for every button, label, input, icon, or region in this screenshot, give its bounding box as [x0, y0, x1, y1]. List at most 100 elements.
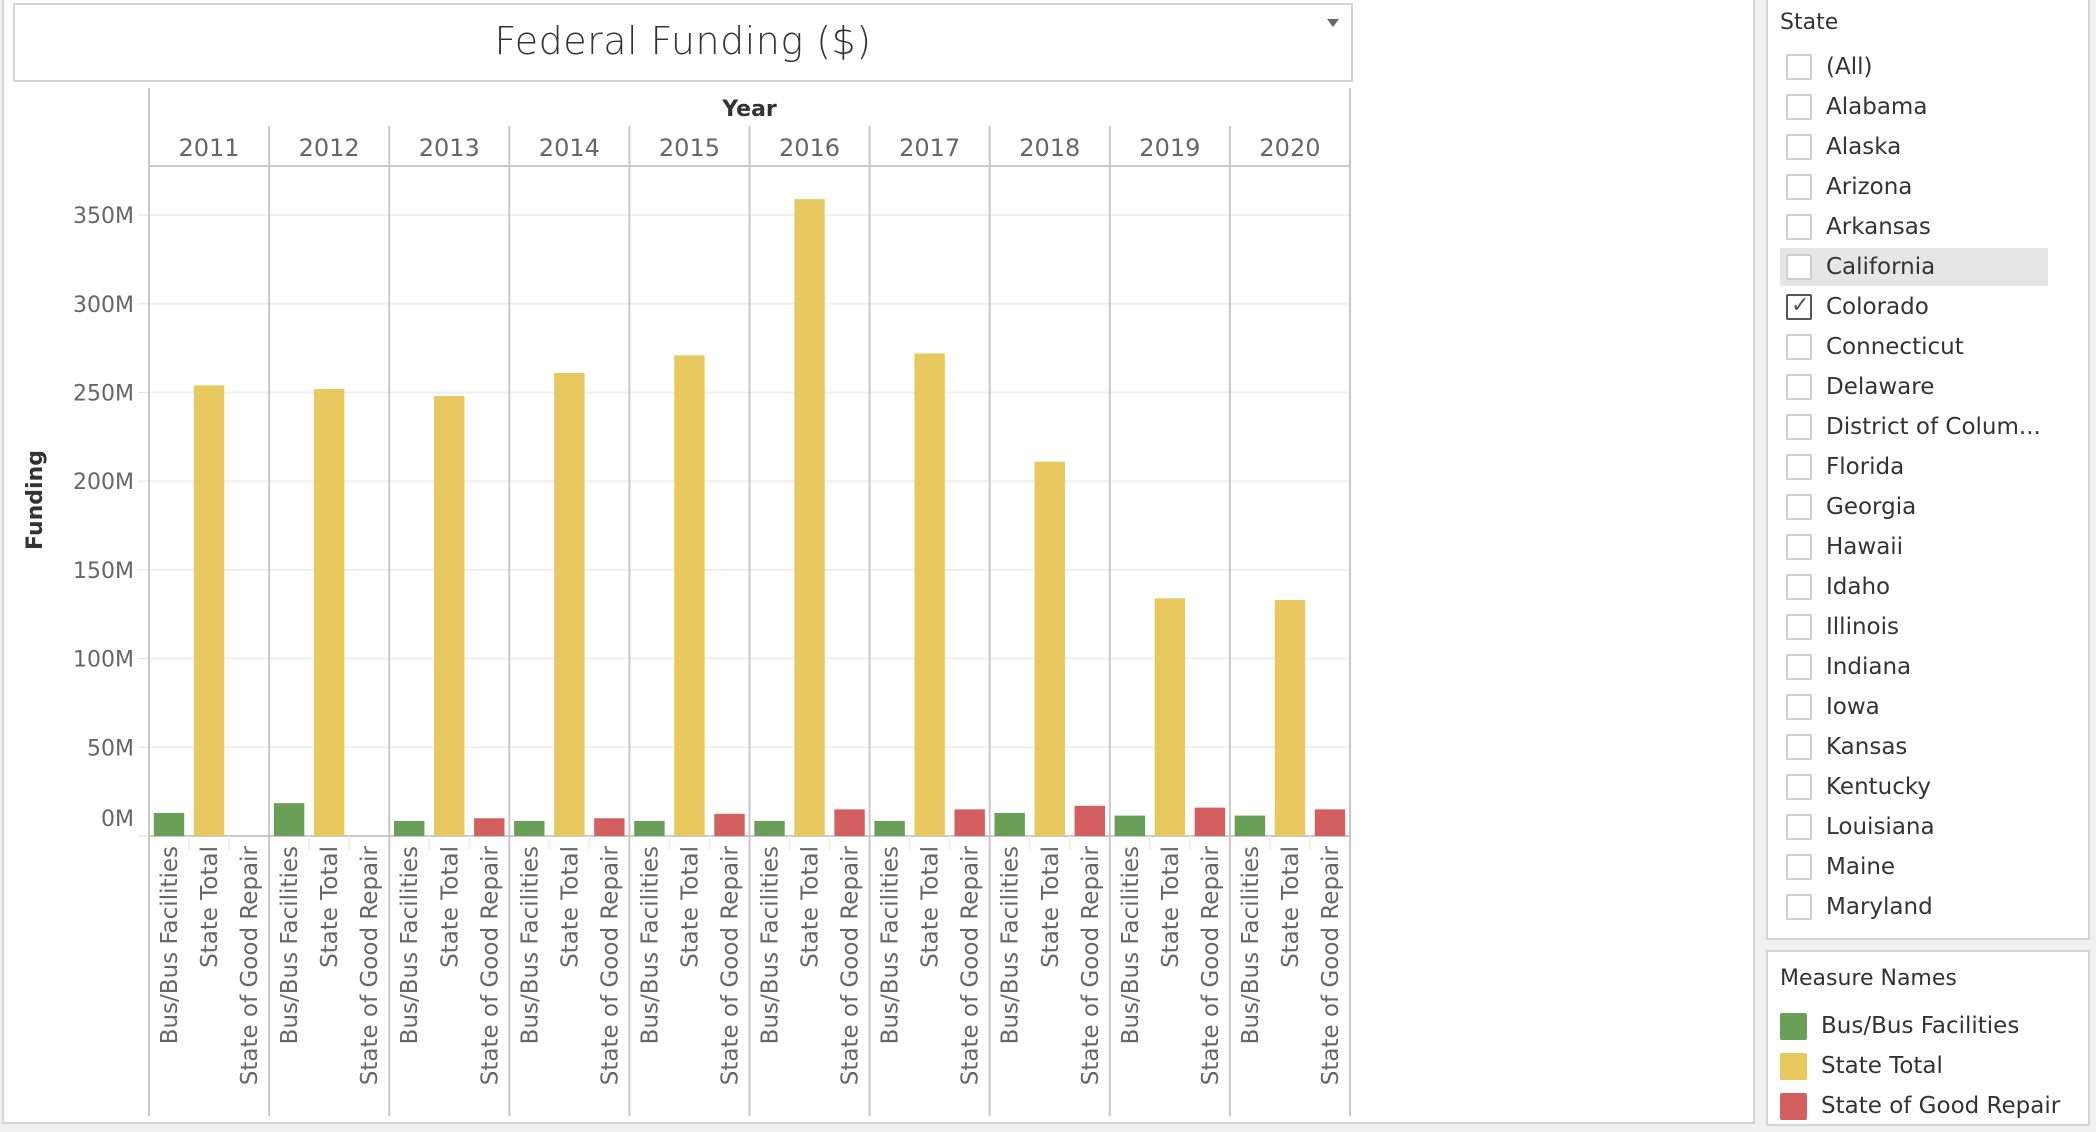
- legend-item[interactable]: State of Good Repair: [1780, 1088, 2060, 1124]
- filter-item[interactable]: Idaho: [1786, 568, 2048, 606]
- filter-item[interactable]: Indiana: [1786, 648, 2048, 686]
- chart-panel: Federal Funding ($) 0M 50M 100M 150M 200M 250…: [2, 0, 1755, 1124]
- checkbox[interactable]: [1786, 654, 1812, 680]
- filter-item-label: Arkansas: [1826, 214, 1931, 240]
- bar: [1074, 805, 1105, 836]
- x-category-label: State of Good Repair: [357, 845, 383, 1085]
- filter-item-label: (All): [1826, 54, 1873, 80]
- year-label: 2017: [899, 134, 960, 162]
- bar: [994, 812, 1025, 836]
- x-category-label: State Total: [1278, 846, 1304, 968]
- x-category-label: State of Good Repair: [838, 845, 864, 1085]
- filter-item[interactable]: Illinois: [1786, 608, 2048, 646]
- filter-item-label: Delaware: [1826, 374, 1935, 400]
- legend-item[interactable]: Bus/Bus Facilities: [1780, 1008, 2019, 1044]
- bar: [914, 353, 945, 836]
- checkbox[interactable]: [1786, 94, 1812, 120]
- checkbox[interactable]: [1786, 254, 1812, 280]
- filter-item[interactable]: Arizona: [1786, 168, 2048, 206]
- x-category-label: Bus/Bus Facilities: [637, 846, 663, 1044]
- bar: [1154, 598, 1186, 836]
- filter-item[interactable]: Delaware: [1786, 368, 2048, 406]
- filter-item[interactable]: Colorado: [1786, 288, 2048, 326]
- year-label: 2016: [779, 134, 840, 162]
- checkbox[interactable]: [1786, 494, 1812, 520]
- bar: [313, 388, 345, 836]
- filter-item[interactable]: Maryland: [1786, 888, 2048, 926]
- legend-swatch: [1780, 1092, 1807, 1120]
- filter-item-label: District of Colum...: [1826, 414, 2041, 440]
- checkbox[interactable]: [1786, 174, 1812, 200]
- checkbox[interactable]: [1786, 374, 1812, 400]
- filter-item[interactable]: Florida: [1786, 448, 2048, 486]
- filter-item-label: Idaho: [1826, 574, 1891, 600]
- bar: [594, 818, 625, 836]
- x-category-label: State Total: [437, 846, 463, 968]
- x-category-label: State of Good Repair: [958, 845, 984, 1085]
- state-filter-title: State: [1780, 10, 1839, 35]
- checkbox[interactable]: [1786, 334, 1812, 360]
- checkbox[interactable]: [1786, 414, 1812, 440]
- checkbox[interactable]: [1786, 814, 1812, 840]
- bar: [1314, 809, 1346, 836]
- x-category-label: State Total: [1038, 846, 1064, 968]
- filter-item[interactable]: (All): [1786, 48, 2048, 86]
- filter-item[interactable]: Arkansas: [1786, 208, 2048, 246]
- checkbox[interactable]: [1786, 614, 1812, 640]
- y-axis-title: Funding: [23, 450, 48, 550]
- checkbox[interactable]: [1786, 894, 1812, 920]
- year-label: 2014: [539, 134, 600, 162]
- checkbox[interactable]: [1786, 454, 1812, 480]
- filter-item[interactable]: District of Colum...: [1786, 408, 2048, 446]
- filter-item[interactable]: Kansas: [1786, 728, 2048, 766]
- checkbox[interactable]: [1786, 694, 1812, 720]
- filter-item[interactable]: California: [1780, 248, 2048, 286]
- filter-item-label: Alaska: [1826, 134, 1902, 160]
- bar: [1234, 815, 1266, 836]
- checkbox[interactable]: [1786, 54, 1812, 80]
- legend-label: Bus/Bus Facilities: [1821, 1013, 2020, 1039]
- bar: [794, 199, 825, 836]
- y-tick-label: 250M: [73, 382, 134, 407]
- y-tick-label: 300M: [73, 293, 134, 318]
- x-category-label: Bus/Bus Facilities: [397, 846, 423, 1044]
- bar: [674, 355, 705, 836]
- legend-title: Measure Names: [1780, 966, 1957, 991]
- bar: [1034, 461, 1065, 836]
- filter-item[interactable]: Alaska: [1786, 128, 2048, 166]
- y-tick-label: 200M: [73, 470, 134, 495]
- x-category-label: Bus/Bus Facilities: [1238, 846, 1264, 1044]
- checkbox-checked[interactable]: [1786, 293, 1812, 320]
- x-category-label: Bus/Bus Facilities: [758, 846, 784, 1044]
- filter-item[interactable]: Iowa: [1786, 688, 2048, 726]
- checkbox[interactable]: [1786, 734, 1812, 760]
- filter-item[interactable]: Georgia: [1786, 488, 2048, 526]
- filter-item[interactable]: Hawaii: [1786, 528, 2048, 566]
- legend-item[interactable]: State Total: [1780, 1048, 1943, 1084]
- year-label: 2015: [659, 134, 720, 162]
- filter-item-label: Arizona: [1826, 174, 1913, 200]
- checkbox[interactable]: [1786, 534, 1812, 560]
- checkbox[interactable]: [1786, 854, 1812, 880]
- y-tick-label: 100M: [73, 648, 134, 673]
- checkbox[interactable]: [1786, 774, 1812, 800]
- bar: [634, 820, 665, 836]
- x-category-label: Bus/Bus Facilities: [998, 846, 1024, 1044]
- filter-item[interactable]: Kentucky: [1786, 768, 2048, 806]
- year-label: 2020: [1259, 134, 1320, 162]
- filter-item[interactable]: Maine: [1786, 848, 2048, 886]
- filter-item[interactable]: Louisiana: [1786, 808, 2048, 846]
- x-category-label: State of Good Repair: [477, 845, 503, 1085]
- checkbox[interactable]: [1786, 214, 1812, 240]
- filter-item[interactable]: Connecticut: [1786, 328, 2048, 366]
- filter-item-label: Florida: [1826, 454, 1905, 480]
- filter-item-label: Kentucky: [1826, 774, 1932, 800]
- y-tick-label: 350M: [73, 204, 134, 229]
- filter-item-label: Alabama: [1826, 94, 1928, 120]
- filter-item-label: Maine: [1826, 854, 1896, 880]
- checkbox[interactable]: [1786, 574, 1812, 600]
- x-category-label: Bus/Bus Facilities: [1118, 846, 1144, 1044]
- measure-legend: Measure Names Bus/Bus Facilities State To…: [1766, 950, 2090, 1126]
- checkbox[interactable]: [1786, 134, 1812, 160]
- filter-item[interactable]: Alabama: [1786, 88, 2048, 126]
